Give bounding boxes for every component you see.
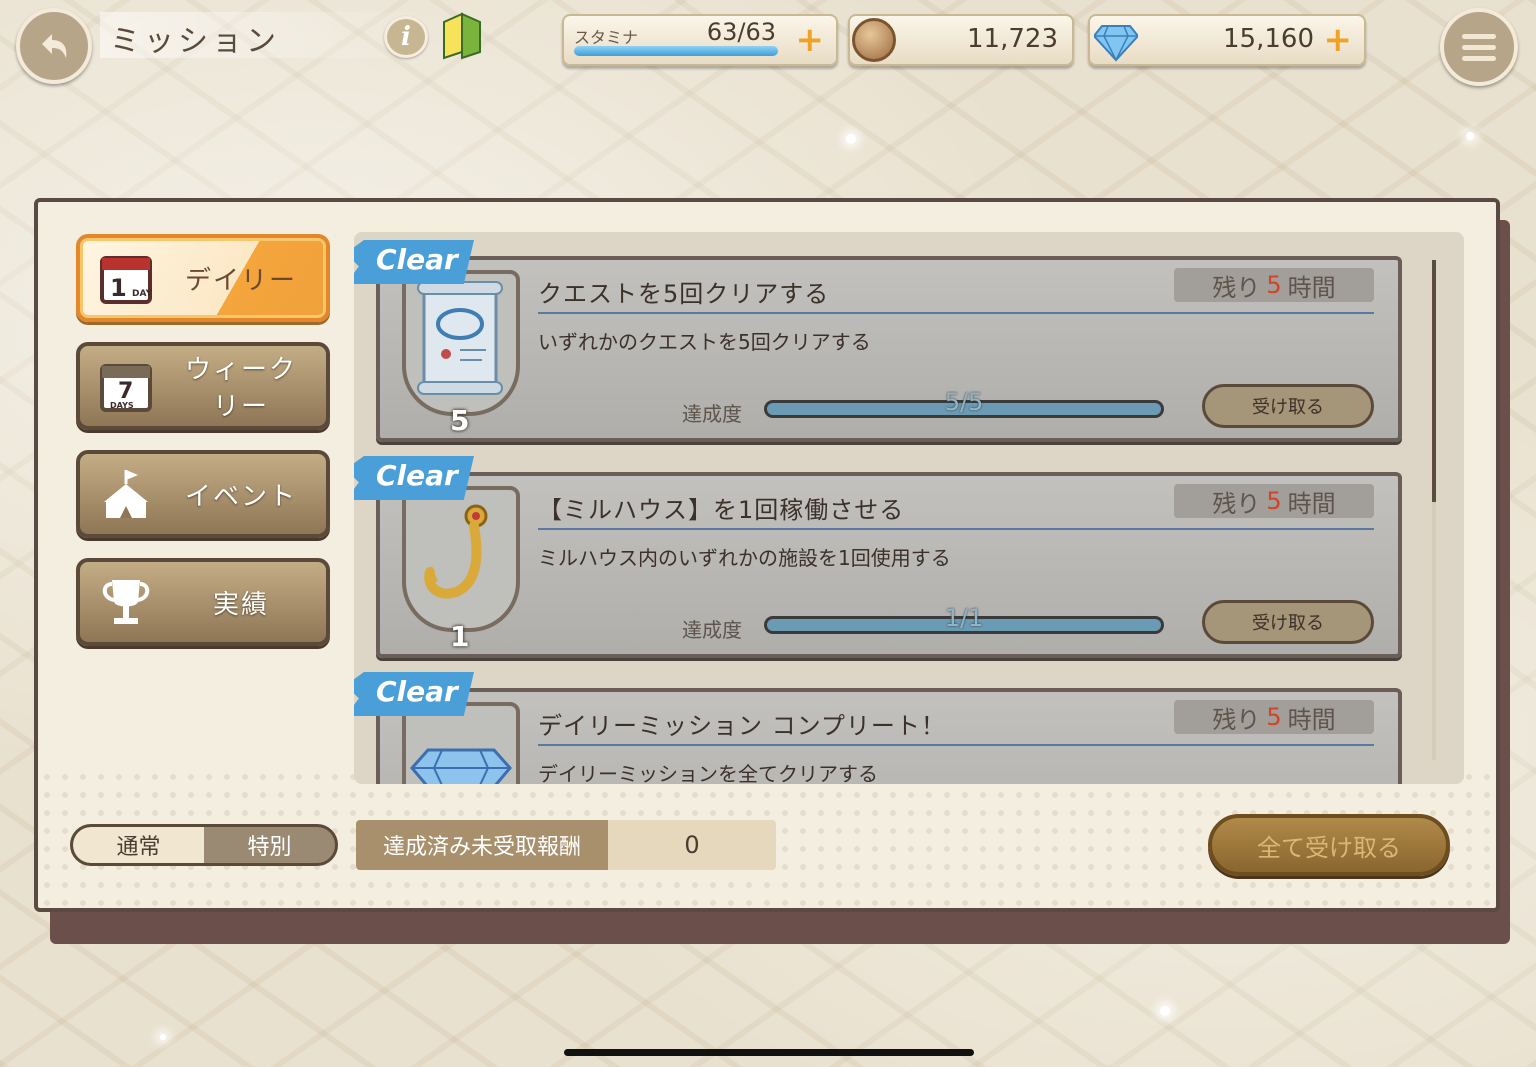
trophy-icon bbox=[102, 580, 150, 624]
mission-description: いずれかのクエストを5回クリアする bbox=[538, 330, 871, 354]
stamina-label: スタミナ bbox=[574, 28, 639, 47]
clear-ribbon: Clear bbox=[354, 672, 474, 716]
stamina-bar bbox=[574, 46, 778, 56]
progress-label: 達成度 bbox=[682, 618, 742, 642]
mission-card: 5 Clear クエストを5回クリアする 残り 5 時間 いずれかのクエストを5… bbox=[354, 240, 1402, 442]
daily-day: 1 bbox=[110, 274, 127, 302]
sparkle bbox=[1160, 1006, 1170, 1016]
toggle-normal[interactable]: 通常 bbox=[73, 827, 204, 863]
weekly-unit: DAYS bbox=[110, 401, 134, 410]
tent-icon bbox=[104, 470, 148, 518]
remain-number: 5 bbox=[1266, 487, 1282, 515]
time-remaining: 残り 5 時間 bbox=[1174, 268, 1374, 302]
mission-title: デイリーミッション コンプリート！ bbox=[538, 712, 946, 740]
scrollbar-thumb[interactable] bbox=[1432, 260, 1436, 502]
info-icon[interactable]: i bbox=[384, 16, 428, 58]
coin-value: 11,723 bbox=[967, 24, 1058, 54]
back-arrow-icon bbox=[42, 34, 67, 58]
remain-suffix: 時間 bbox=[1287, 273, 1336, 302]
time-remaining: 残り 5 時間 bbox=[1174, 484, 1374, 518]
remain-number: 5 bbox=[1266, 703, 1282, 731]
time-remaining: 残り 5 時間 bbox=[1174, 700, 1374, 734]
mission-panel: 1 DAY デイリー 7 DAYS ウィークリー イベント 実績 5 Clear… bbox=[34, 198, 1500, 912]
progress-text: 5/5 bbox=[944, 388, 984, 416]
weekly-calendar-icon: 7 DAYS bbox=[100, 364, 152, 412]
menu-line bbox=[1462, 44, 1496, 50]
reward-count: 5 bbox=[450, 404, 470, 437]
remain-prefix: 残り bbox=[1212, 489, 1261, 518]
diamond-icon bbox=[410, 748, 512, 784]
daily-calendar-icon: 1 DAY bbox=[100, 256, 153, 304]
mission-card: 1 Clear 【ミルハウス】を1回稼働させる 残り 5 時間 ミルハウス内のい… bbox=[354, 456, 1402, 658]
toggle-special[interactable]: 特別 bbox=[204, 827, 335, 863]
menu-line bbox=[1462, 55, 1496, 61]
mission-card: Clear デイリーミッション コンプリート！ 残り 5 時間 デイリーミッショ… bbox=[354, 672, 1402, 784]
tab-achievement[interactable]: 実績 bbox=[76, 558, 330, 646]
coin-icon bbox=[852, 18, 896, 62]
unclaimed-label: 達成済み未受取報酬 bbox=[356, 820, 608, 870]
remain-number: 5 bbox=[1266, 271, 1282, 299]
tab-event[interactable]: イベント bbox=[76, 450, 330, 538]
title-divider bbox=[538, 528, 1374, 530]
page-title: ミッション bbox=[110, 24, 280, 59]
title-divider bbox=[538, 744, 1374, 746]
tab-daily[interactable]: 1 DAY デイリー bbox=[76, 234, 330, 322]
receive-button[interactable]: 受け取る bbox=[1202, 384, 1374, 428]
tab-daily-label: デイリー bbox=[184, 265, 297, 296]
mission-title: クエストを5回クリアする bbox=[538, 280, 830, 308]
scroll-icon bbox=[417, 281, 503, 395]
stamina-value: 63/63 bbox=[706, 18, 776, 46]
remain-prefix: 残り bbox=[1212, 273, 1261, 302]
gem-display: 15,160 + bbox=[1088, 14, 1366, 66]
reward-count: 1 bbox=[450, 620, 470, 653]
back-button[interactable] bbox=[16, 8, 92, 84]
reward-frame bbox=[402, 270, 520, 416]
reward-frame bbox=[402, 486, 520, 632]
title-divider bbox=[538, 312, 1374, 314]
mission-type-toggle[interactable]: 通常 特別 bbox=[70, 824, 338, 866]
diamond-icon bbox=[1094, 25, 1138, 62]
stamina-display: スタミナ 63/63 + bbox=[562, 14, 838, 66]
mission-list[interactable]: 5 Clear クエストを5回クリアする 残り 5 時間 いずれかのクエストを5… bbox=[354, 232, 1464, 784]
unclaimed-rewards: 達成済み未受取報酬 0 bbox=[356, 820, 776, 870]
tab-weekly-label: ウィークリー bbox=[184, 355, 297, 422]
sparkle bbox=[160, 1034, 166, 1040]
sparkle bbox=[1466, 132, 1474, 140]
progress-text: 1/1 bbox=[944, 604, 984, 632]
coin-display: 11,723 bbox=[848, 14, 1074, 66]
gem-value: 15,160 bbox=[1223, 24, 1314, 54]
daily-unit: DAY bbox=[132, 289, 153, 299]
unclaimed-count: 0 bbox=[608, 820, 776, 870]
menu-line bbox=[1462, 33, 1496, 39]
beginner-mark-icon[interactable] bbox=[440, 12, 484, 60]
remain-suffix: 時間 bbox=[1287, 705, 1336, 734]
mission-title: 【ミルハウス】を1回稼働させる bbox=[538, 496, 905, 524]
hook-icon bbox=[424, 504, 488, 599]
clear-ribbon: Clear bbox=[354, 456, 474, 500]
home-indicator[interactable] bbox=[564, 1049, 974, 1056]
stamina-plus-button[interactable]: + bbox=[796, 23, 825, 57]
menu-button[interactable] bbox=[1440, 8, 1518, 86]
mission-description: デイリーミッションを全てクリアする bbox=[538, 762, 878, 784]
claim-all-button[interactable]: 全て受け取る bbox=[1208, 814, 1450, 876]
receive-button[interactable]: 受け取る bbox=[1202, 600, 1374, 644]
sparkle bbox=[846, 134, 856, 144]
mission-description: ミルハウス内のいずれかの施設を1回使用する bbox=[538, 546, 951, 570]
progress-label: 達成度 bbox=[682, 402, 742, 426]
remain-prefix: 残り bbox=[1212, 705, 1261, 734]
remain-suffix: 時間 bbox=[1287, 489, 1336, 518]
tab-achievement-label: 実績 bbox=[212, 589, 269, 620]
clear-ribbon: Clear bbox=[354, 240, 474, 284]
gem-plus-button[interactable]: + bbox=[1324, 23, 1353, 57]
tab-weekly[interactable]: 7 DAYS ウィークリー bbox=[76, 342, 330, 430]
stamina-fill bbox=[574, 46, 778, 56]
tab-event-label: イベント bbox=[184, 481, 297, 512]
